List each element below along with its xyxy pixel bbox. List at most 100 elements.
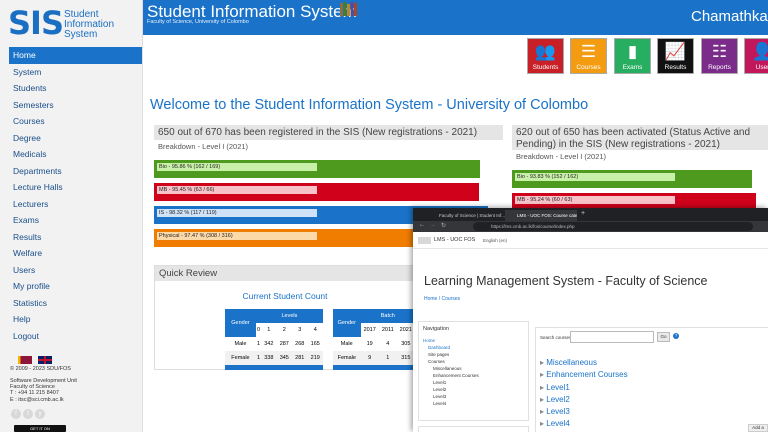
sidebar-item-system[interactable]: System [9,64,142,81]
url-input[interactable]: https://lms.cmb.ac.lk/fos/course/index.p… [473,222,753,231]
nav-tree-item[interactable]: Level4 [423,400,479,407]
browser-tab-sis[interactable]: Faculty of Science | Student Inf... [427,210,505,221]
google-play-badge[interactable]: GET IT ON [14,425,66,432]
sidebar-item-students[interactable]: Students [9,80,142,97]
table-subheader: 4 [313,327,317,333]
language-menu[interactable]: English (en) [483,238,507,243]
nav-tree-item[interactable]: Miscellaneous [423,365,479,372]
help-icon[interactable]: ? [673,333,679,339]
progress-bar: Bio - 95.86 % (162 / 169) [154,160,480,178]
sidebar-item-help[interactable]: Help [9,311,142,328]
sidebar-item-home[interactable]: Home [9,47,142,64]
nav-tree-item[interactable]: Home [423,337,479,344]
table-cell: 338 [261,351,277,365]
progress-bar: MB - 95.45 % (63 / 66) [154,183,479,201]
logo-mark: SIS [8,4,64,42]
facebook-icon[interactable]: f [11,409,21,419]
course-category-link[interactable]: Level4 [546,419,570,428]
forward-icon[interactable]: → [430,222,436,228]
social-links: f t y [11,409,45,419]
youtube-icon[interactable]: y [35,409,45,419]
results-icon: 📈 [664,42,687,61]
sidebar-item-results[interactable]: Results [9,229,142,246]
nav-tree-item[interactable]: Courses [423,358,479,365]
sidebar-item-logout[interactable]: Logout [9,328,142,345]
logo-text-line: System [64,29,98,40]
registered-breakdown: Breakdown - Level I (2021) [158,142,249,151]
tile-results[interactable]: 📈 Results [657,38,694,74]
english-flag-icon[interactable] [38,356,52,364]
table-cell: Female [225,351,256,365]
new-tab-icon[interactable]: + [581,210,585,217]
sidebar-item-semesters[interactable]: Semesters [9,97,142,114]
twitter-icon[interactable]: t [23,409,33,419]
reload-icon[interactable]: ↻ [441,222,446,229]
sidebar-item-welfare[interactable]: Welfare [9,245,142,262]
courses-icon: ☰ [580,42,597,61]
table-header: Gender [333,309,361,337]
tile-exams[interactable]: ▮ Exams [614,38,651,74]
lms-browser-window: Faculty of Science | Student Inf... LMS … [413,208,768,432]
user-name[interactable]: Chamathka C [691,8,768,25]
nav-tree-item[interactable]: Level2 [423,386,479,393]
tile-user[interactable]: 👤 User [744,38,768,74]
uoc-logo-icon [418,237,431,244]
nav-tree-item[interactable]: Dashboard [423,344,479,351]
sidebar-item-medicals[interactable]: Medicals [9,146,142,163]
sidebar-item-statistics[interactable]: Statistics [9,295,142,312]
sis-dashboard: SIS Student Information System Home Syste… [0,0,768,432]
sidebar-item-degree[interactable]: Degree [9,130,142,147]
sinhala-flag-icon[interactable] [18,356,32,364]
sidebar-item-exams[interactable]: Exams [9,212,142,229]
sidebar-item-lecture-halls[interactable]: Lecture Halls [9,179,142,196]
lms-site-name[interactable]: LMS - UOC FOS [434,237,475,243]
student-count-title: Current Student Count [242,291,328,301]
language-flags [18,356,52,364]
lms-navbar: LMS - UOC FOS English (en) [413,232,768,249]
nav-tree-item[interactable]: Site pages [423,351,479,358]
contact-tel: T : +94 11 215 8407 [10,390,59,396]
lms-second-block [418,426,529,432]
browser-tab-lms[interactable]: LMS - UOC FOS: Course categ... [505,210,577,221]
tile-label: User [755,64,768,71]
students-icon: 👥 [534,42,557,61]
sidebar-item-users[interactable]: Users [9,262,142,279]
back-icon[interactable]: ← [419,222,425,228]
table-cell: 165 [310,341,320,347]
nav-tree-item[interactable]: Level1 [423,379,479,386]
activated-breakdown: Breakdown - Level I (2021) [516,152,607,161]
sis-logo[interactable]: SIS Student Information System [8,4,138,44]
browser-address-bar: ← → ↻ https://lms.cmb.ac.lk/fos/course/i… [413,221,768,232]
sidebar-item-courses[interactable]: Courses [9,113,142,130]
search-courses-input[interactable] [570,331,654,343]
registered-panel-title: 650 out of 670 has been registered in th… [154,125,503,140]
nav-tree-item[interactable]: Level3 [423,393,479,400]
nav-tree-item[interactable]: Enhancement Courses [423,372,479,379]
table-cell: 19 [366,341,373,347]
tile-reports[interactable]: ☷ Reports [701,38,738,74]
tile-label: Results [664,64,687,71]
table-cell: 9 [360,351,379,365]
course-category-link[interactable]: Miscellaneous [546,358,597,367]
tile-students[interactable]: 👥 Students [527,38,564,74]
course-category-link[interactable]: Level1 [546,383,570,392]
add-block-button[interactable]: Add a [748,424,768,432]
search-courses-label: Search courses [540,335,572,340]
sidebar-item-departments[interactable]: Departments [9,163,142,180]
lms-breadcrumb[interactable]: Home / Courses [424,296,460,302]
course-category-link[interactable]: Level3 [546,407,570,416]
course-category-link[interactable]: Enhancement Courses [546,370,627,379]
tile-courses[interactable]: ☰ Courses [570,38,607,74]
progress-bar-label: Bio - 93.83 % (152 / 162) [515,173,675,181]
tile-label: Exams [622,64,643,71]
table-subheader: 1 [267,327,271,333]
sidebar-item-my-profile[interactable]: My profile [9,278,142,295]
sidebar-item-lecturers[interactable]: Lecturers [9,196,142,213]
copyright: © 2009 - 2023 SDU/FOS [10,366,71,372]
progress-bar-label: Bio - 95.86 % (162 / 169) [157,163,317,171]
contact-email: E : itsc@sci.cmb.ac.lk [10,397,64,403]
go-button[interactable]: Go [657,332,670,342]
welcome-heading: Welcome to the Student Information Syste… [150,97,589,113]
course-category-link[interactable]: Level2 [546,395,570,404]
exams-icon: ▮ [627,42,638,61]
